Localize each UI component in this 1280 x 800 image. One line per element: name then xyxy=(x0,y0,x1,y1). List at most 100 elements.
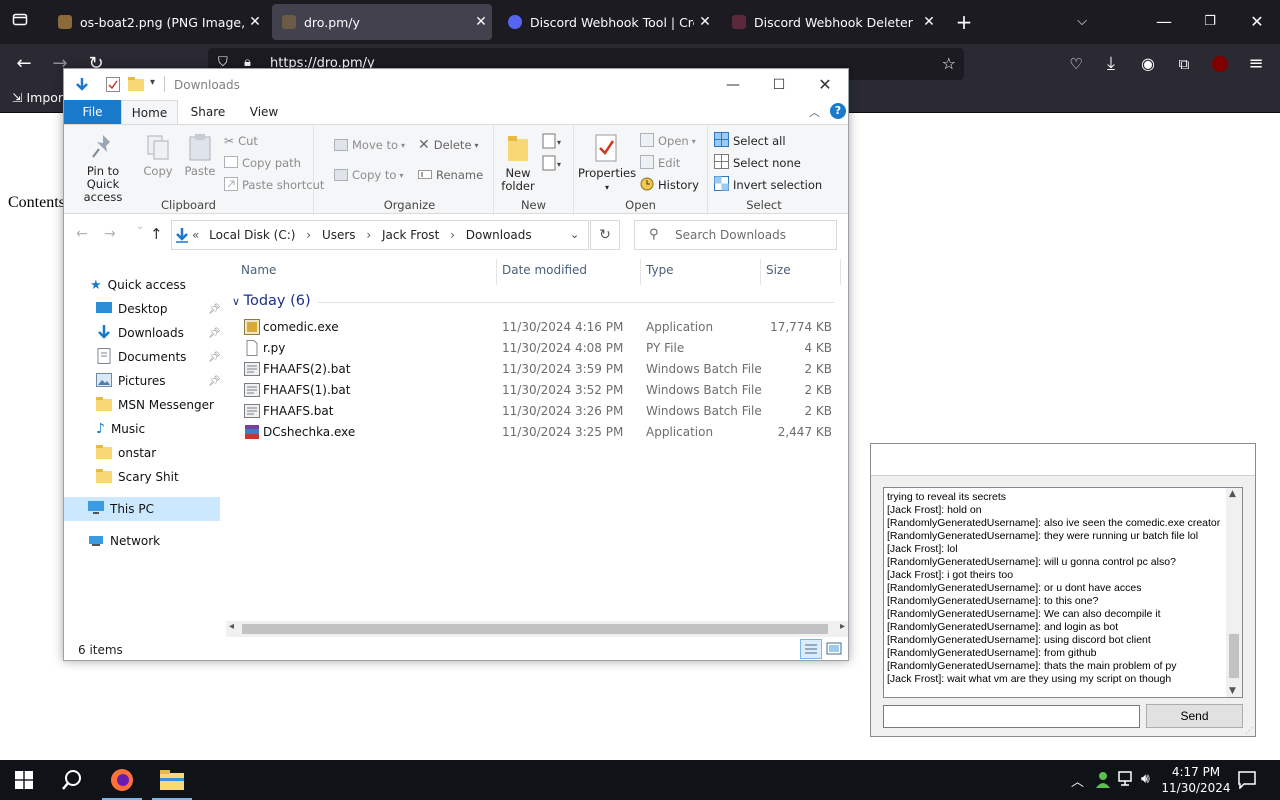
chat-vertical-scrollbar[interactable]: ▲ ▼ xyxy=(1226,488,1242,697)
properties-check-icon[interactable] xyxy=(106,77,120,95)
rename-button[interactable]: Rename xyxy=(418,165,483,185)
maximize-icon[interactable]: ☐ xyxy=(756,73,802,97)
column-name[interactable]: Name xyxy=(241,263,276,277)
forward-arrow-icon[interactable]: → xyxy=(104,226,116,242)
close-tab-icon[interactable]: ✕ xyxy=(470,14,492,30)
crumb-separator-icon[interactable]: › xyxy=(450,228,455,242)
close-window-icon[interactable]: ✕ xyxy=(802,73,848,97)
scroll-down-arrow-icon[interactable]: ▼ xyxy=(1229,686,1236,696)
overflow-chevron-icon[interactable]: « xyxy=(192,228,199,242)
account-icon[interactable]: ◉ xyxy=(1136,52,1160,76)
copy-to-button[interactable]: Copy to ▾ xyxy=(334,165,403,185)
downloads-icon[interactable]: ⤓ xyxy=(1099,52,1123,76)
bookmark-import[interactable]: ⇲ Impor xyxy=(12,90,63,105)
scrollbar-thumb[interactable] xyxy=(242,624,828,634)
pin-icon[interactable]: 📌︎ xyxy=(208,352,221,363)
copy-path-button[interactable]: Copy path xyxy=(224,153,301,173)
tab-view[interactable]: View xyxy=(238,100,290,124)
quick-access-down-arrow-icon[interactable] xyxy=(74,76,90,95)
file-row[interactable]: r.py 11/30/2024 4:08 PM PY File 4 KB xyxy=(226,338,848,359)
recent-locations-chevron-icon[interactable]: ⌄ xyxy=(136,221,144,232)
nav-desktop[interactable]: Desktop 📌︎ xyxy=(64,297,221,321)
pin-icon[interactable]: 📌︎ xyxy=(208,328,221,339)
send-button[interactable]: Send xyxy=(1146,704,1243,728)
collapse-ribbon-chevron-icon[interactable]: ︿ xyxy=(809,104,820,120)
nav-network[interactable]: Network xyxy=(64,529,220,553)
copy-button[interactable]: Copy xyxy=(140,133,176,178)
scroll-up-arrow-icon[interactable]: ▲ xyxy=(1229,489,1236,499)
file-explorer-taskbar-button[interactable] xyxy=(148,760,196,800)
cut-button[interactable]: ✂ Cut xyxy=(224,131,258,151)
new-tab-icon[interactable]: + xyxy=(952,10,976,34)
bookmark-star-icon[interactable]: ☆ xyxy=(942,54,956,73)
menu-icon[interactable]: ≡ xyxy=(1244,52,1268,76)
new-folder-button[interactable]: New folder xyxy=(498,133,538,193)
delete-button[interactable]: ✕ Delete ▾ xyxy=(418,135,479,155)
refresh-icon[interactable]: ↻ xyxy=(590,220,620,250)
open-button[interactable]: Open ▾ xyxy=(640,131,696,151)
tab-dro[interactable]: dro.pm/y ✕ xyxy=(272,4,492,40)
scroll-right-arrow-icon[interactable]: ▸ xyxy=(840,621,845,632)
show-hidden-icons-chevron-icon[interactable]: ︿ xyxy=(1071,771,1084,790)
tab-webhook-deleter[interactable]: Discord Webhook Deleter ✕ xyxy=(722,4,940,40)
nav-quick-access[interactable]: ★ Quick access xyxy=(64,273,220,297)
group-header[interactable]: ∨ Today (6) xyxy=(232,293,311,309)
new-item-icon[interactable]: ▾ xyxy=(542,133,564,152)
address-bar[interactable]: « Local Disk (C:) › Users › Jack Frost ›… xyxy=(171,220,589,250)
pin-icon[interactable]: 📌︎ xyxy=(208,304,221,315)
close-tab-icon[interactable]: ✕ xyxy=(244,14,266,30)
chat-log[interactable]: trying to reveal its secrets [Jack Frost… xyxy=(883,487,1243,698)
pin-quick-access-button[interactable]: Pin to Quick access xyxy=(70,133,136,204)
pocket-icon[interactable]: ♡ xyxy=(1064,52,1088,76)
large-icons-view-icon[interactable] xyxy=(826,641,842,660)
crumb-separator-icon[interactable]: › xyxy=(366,228,371,242)
nav-pictures[interactable]: Pictures 📌︎ xyxy=(64,369,221,393)
select-none-button[interactable]: Select none xyxy=(714,153,801,173)
paste-shortcut-button[interactable]: Paste shortcut xyxy=(224,175,324,195)
tab-image[interactable]: os-boat2.png (PNG Image, 128( ✕ xyxy=(48,4,266,40)
extensions-icon[interactable]: ⧉ xyxy=(1172,52,1196,76)
tab-webhook-tool[interactable]: Discord Webhook Tool | Create ✕ xyxy=(498,4,716,40)
back-arrow-icon[interactable]: ← xyxy=(12,52,36,76)
minimize-icon[interactable]: — xyxy=(710,73,756,97)
up-arrow-icon[interactable]: ↑ xyxy=(150,225,163,243)
start-button[interactable] xyxy=(0,760,48,800)
file-row[interactable]: comedic.exe 11/30/2024 4:16 PM Applicati… xyxy=(226,317,848,338)
easy-access-icon[interactable]: ▾ xyxy=(542,155,564,174)
edit-button[interactable]: Edit xyxy=(640,153,680,173)
column-type[interactable]: Type xyxy=(646,263,674,277)
search-box[interactable]: ⚲ Search Downloads xyxy=(634,220,837,250)
back-arrow-icon[interactable]: ← xyxy=(76,226,88,242)
close-tab-icon[interactable]: ✕ xyxy=(694,14,716,30)
column-date-modified[interactable]: Date modified xyxy=(502,263,587,277)
file-row[interactable]: FHAAFS(2).bat 11/30/2024 3:59 PM Windows… xyxy=(226,359,848,380)
customize-toolbar-chevron-icon[interactable]: ▾ xyxy=(150,77,155,88)
restore-icon[interactable]: ❐ xyxy=(1198,10,1222,34)
details-view-icon[interactable] xyxy=(800,639,822,659)
nav-this-pc[interactable]: This PC xyxy=(64,497,220,521)
file-row[interactable]: DCshechka.exe 11/30/2024 3:25 PM Applica… xyxy=(226,422,848,443)
close-window-icon[interactable]: ✕ xyxy=(1245,10,1269,34)
pin-icon[interactable]: 📌︎ xyxy=(208,376,221,387)
ublock-icon[interactable] xyxy=(1208,52,1232,76)
firefox-view-icon[interactable] xyxy=(8,10,32,34)
close-tab-icon[interactable]: ✕ xyxy=(918,14,940,30)
paste-button[interactable]: Paste xyxy=(182,133,218,178)
help-icon[interactable]: ? xyxy=(830,103,846,119)
history-button[interactable]: History xyxy=(640,175,699,195)
list-tabs-chevron-icon[interactable]: ⌵ xyxy=(1070,10,1094,34)
nav-msn-messenger[interactable]: MSN Messenger xyxy=(64,393,220,417)
volume-icon[interactable]: 🔊︎ xyxy=(1141,771,1150,787)
crumb-users[interactable]: Users xyxy=(322,228,356,242)
invert-selection-button[interactable]: Invert selection xyxy=(714,175,822,195)
tab-share[interactable]: Share xyxy=(182,100,234,124)
file-row[interactable]: FHAAFS.bat 11/30/2024 3:26 PM Windows Ba… xyxy=(226,401,848,422)
horizontal-scrollbar[interactable]: ◂ ▸ xyxy=(226,621,848,637)
nav-documents[interactable]: Documents 📌︎ xyxy=(64,345,221,369)
properties-button[interactable]: Properties ▾ xyxy=(578,133,636,194)
file-row[interactable]: FHAAFS(1).bat 11/30/2024 3:52 PM Windows… xyxy=(226,380,848,401)
address-dropdown-chevron-icon[interactable]: ⌄ xyxy=(570,228,579,241)
crumb-jack-frost[interactable]: Jack Frost xyxy=(382,228,439,242)
nav-downloads[interactable]: Downloads 📌︎ xyxy=(64,321,221,345)
notifications-icon[interactable] xyxy=(1238,771,1256,793)
